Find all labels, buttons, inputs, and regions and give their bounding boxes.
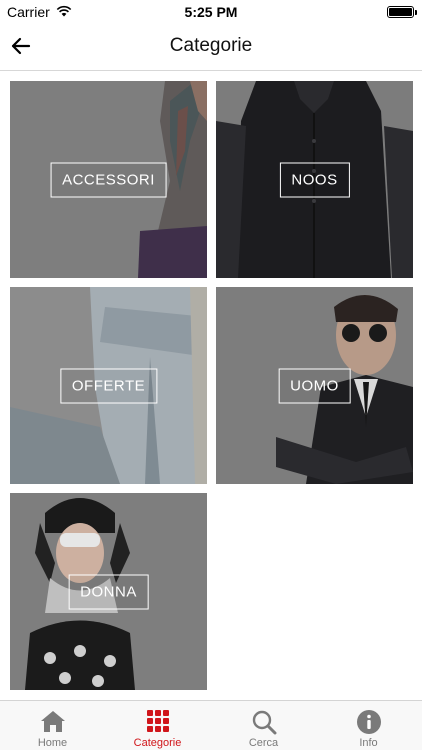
category-tile-offerte[interactable]: OFFERTE: [10, 287, 207, 484]
category-label: UOMO: [278, 368, 351, 403]
category-label: ACCESSORI: [50, 162, 167, 197]
category-tile-donna[interactable]: DONNA: [10, 493, 207, 690]
status-bar: Carrier 5:25 PM: [0, 0, 422, 24]
navigation-bar: Categorie: [0, 24, 422, 71]
battery-icon: [387, 6, 417, 18]
tab-label: Home: [37, 737, 68, 749]
category-tile-noos[interactable]: NOOS: [216, 81, 413, 278]
category-label: OFFERTE: [59, 368, 158, 403]
home-icon: [40, 711, 65, 732]
category-tile-uomo[interactable]: UOMO: [216, 287, 413, 484]
info-icon: [356, 710, 381, 734]
tab-home[interactable]: Home: [0, 701, 105, 750]
search-icon: [252, 710, 276, 735]
category-label: NOOS: [279, 162, 350, 197]
status-time: 5:25 PM: [184, 4, 238, 20]
tab-cerca[interactable]: Cerca: [211, 701, 316, 750]
grid-icon: [146, 710, 169, 732]
category-tile-accessori[interactable]: ACCESSORI: [10, 81, 207, 278]
tab-bar: Home Categorie Cerca Info: [0, 700, 422, 750]
tab-info[interactable]: Info: [316, 701, 421, 750]
tab-label: Info: [359, 737, 378, 749]
tab-categorie[interactable]: Categorie: [105, 701, 210, 750]
tab-label: Categorie: [133, 737, 182, 749]
page-title: Categorie: [169, 35, 253, 56]
category-label: DONNA: [68, 574, 149, 609]
tab-label: Cerca: [248, 737, 279, 749]
